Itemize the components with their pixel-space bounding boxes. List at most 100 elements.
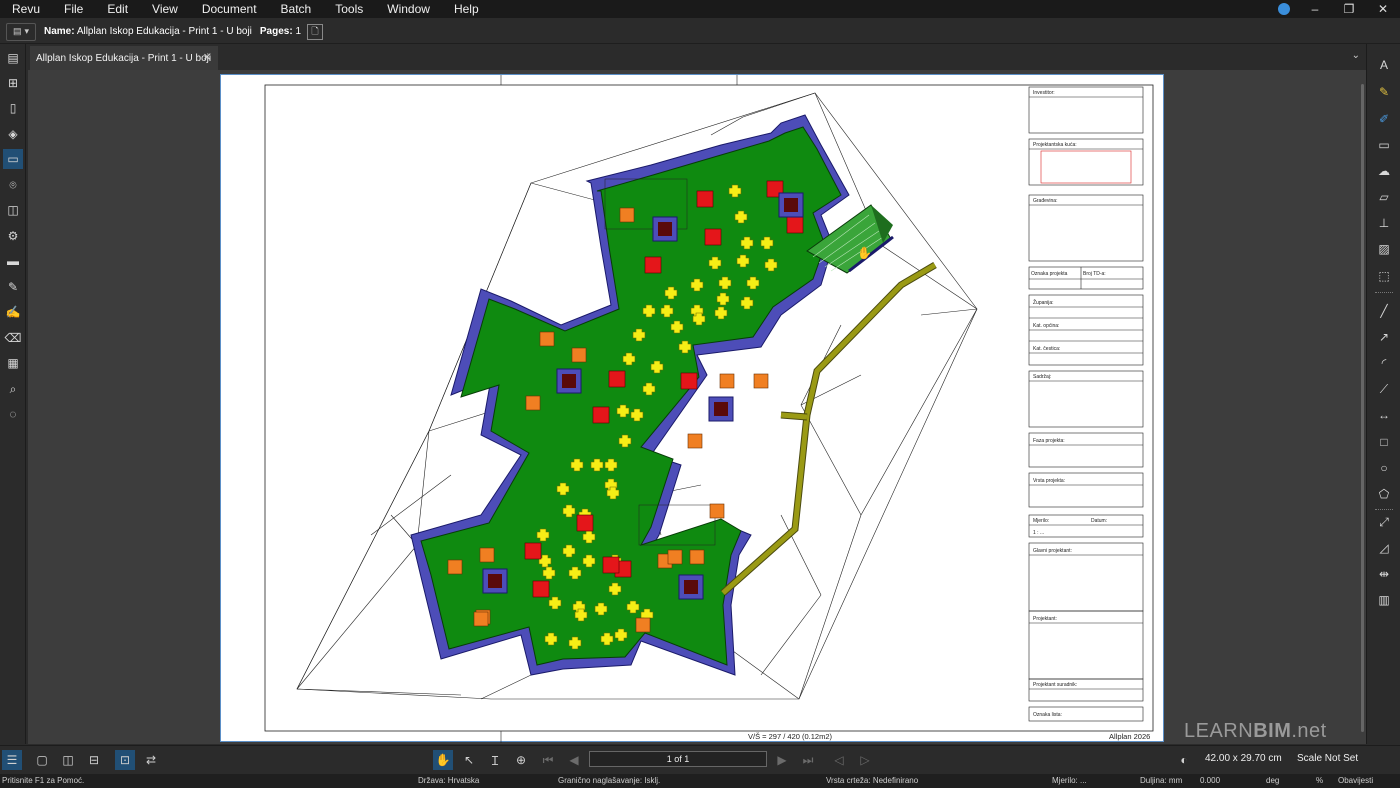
minimize-button[interactable]: – [1298,2,1332,16]
planter-tree [714,402,728,416]
page-setup-button[interactable]: 🗋 [307,23,324,40]
plant-orange [719,373,735,389]
close-tab-icon[interactable]: × [200,50,214,64]
text-icon[interactable]: A [1375,56,1393,74]
plant-orange [479,547,495,563]
next-page-icon[interactable]: ▶ [772,750,792,770]
menu-tools[interactable]: Tools [323,0,375,18]
stamp-icon[interactable]: ⊥ [1375,214,1393,232]
toolbar-separator [1375,509,1393,510]
thumbnails-icon[interactable]: ▤ [3,48,23,68]
signatures-icon[interactable]: ✍ [3,302,23,322]
pen-icon[interactable]: ✐ [1375,110,1393,128]
menu-file[interactable]: File [52,0,95,18]
last-page-icon[interactable]: ⏭ [798,750,818,770]
compare-icon[interactable]: ⇄ [141,750,161,770]
callout-icon[interactable]: ▭ [1375,136,1393,154]
document-menu-button[interactable]: ▤ ▾ [6,22,36,41]
plant-orange [635,617,651,633]
split-horizontal-icon[interactable]: ⊟ [84,750,104,770]
highlighter-icon[interactable]: ✎ [1375,83,1393,101]
terrain-edge [480,674,532,700]
tb-projektant: Projektant: [1033,616,1057,622]
dimension-icon[interactable]: ↔ [1375,406,1393,424]
bookmarks-icon[interactable]: ▯ [3,98,23,118]
scale-label[interactable]: Scale Not Set [1297,753,1358,764]
planter-tree [488,574,502,588]
page-number-field[interactable]: 1 of 1 [589,751,767,767]
scrollbar-thumb[interactable] [1361,84,1364,732]
menu-help[interactable]: Help [442,0,491,18]
zoom-icon[interactable]: ⊕ [511,750,531,770]
menu-view[interactable]: View [140,0,190,18]
pages-label: Pages: [259,26,293,37]
next-view-icon[interactable]: ▷ [855,750,875,770]
places-icon[interactable]: ⌾ [3,175,23,195]
select-tool-icon[interactable]: ↖ [459,750,479,770]
previous-page-icon[interactable]: ◀ [564,750,584,770]
split-vertical-icon[interactable]: ◫ [58,750,78,770]
pdf-page: Investitor: Projektantska kuća: Građevin… [220,74,1164,743]
reverse-colors-icon[interactable]: ◐ [1174,750,1194,770]
properties-icon[interactable]: ⚙ [3,226,23,246]
tb-kat-cestica: Kat. čestica: [1033,346,1060,352]
text-select-icon[interactable]: Ｉ [485,750,505,770]
note-icon[interactable]: ▱ [1375,188,1393,206]
pages-value: 1 [295,26,302,37]
image-icon[interactable]: ▨ [1375,240,1393,258]
status-notifications[interactable]: Obavijesti [1338,776,1373,785]
watermark-part2: BIM [1253,720,1292,742]
menu-window[interactable]: Window [375,0,442,18]
menu-edit[interactable]: Edit [95,0,140,18]
document-bar: ▤ ▾ Name: Allplan Iskop Edukacija - Prin… [0,20,1400,44]
arrow-icon[interactable]: ↗ [1375,328,1393,346]
toolchest-icon[interactable]: ▭ [3,149,23,169]
polyline-icon[interactable]: ⟋ [1375,380,1393,398]
pages-icon[interactable]: ⊞ [3,73,23,93]
layers-icon[interactable]: ◈ [3,124,23,144]
polygon-icon[interactable]: ⬠ [1375,485,1393,503]
vertical-scrollbar[interactable] [1358,70,1366,744]
sets-icon[interactable]: ▦ [3,353,23,373]
close-window-button[interactable]: ✕ [1366,2,1400,16]
erase-icon[interactable]: ⌫ [3,328,23,348]
sync-icon[interactable]: ⊡ [115,750,135,770]
terrain-edge [760,594,822,676]
ellipse-icon[interactable]: ○ [1375,459,1393,477]
panel-list-icon[interactable]: ☰ [2,750,22,770]
menu-batch[interactable]: Batch [269,0,324,18]
measure-icon[interactable]: ◿ [1375,539,1393,557]
line-icon[interactable]: ╱ [1375,302,1393,320]
measurements-icon[interactable]: ▬ [3,251,23,271]
count-icon[interactable]: ⇹ [1375,565,1393,583]
document-name: Name: Allplan Iskop Edukacija - Print 1 … [44,26,252,37]
terrain-edge [920,308,978,316]
document-tab[interactable]: Allplan Iskop Edukacija - Print 1 - U bo… [30,46,218,70]
menu-revu[interactable]: Revu [0,0,52,18]
tb-oznaka-projekta: Oznaka projekta [1031,271,1068,277]
area-icon[interactable]: ⤢ [1375,513,1393,531]
plant-orange [689,549,705,565]
snapshot-icon[interactable]: ⬚ [1375,267,1393,285]
cloud-icon[interactable]: ☁ [1375,162,1393,180]
studio-icon[interactable]: ◌ [3,404,23,424]
pan-tool-icon[interactable]: ✋ [433,750,453,770]
arc-icon[interactable]: ◜ [1375,354,1393,372]
forms-icon[interactable]: ✎ [3,277,23,297]
access-path-branch-fill [780,412,808,420]
markups-list-icon[interactable]: ◫ [3,200,23,220]
document-canvas[interactable]: Investitor: Projektantska kuća: Građevin… [28,70,1366,744]
restore-button[interactable]: ❐ [1332,2,1366,16]
watermark-part3: .net [1291,720,1327,742]
tab-list-chevron-icon[interactable]: ⌄ [1352,50,1360,61]
previous-view-icon[interactable]: ◁ [829,750,849,770]
chevron-down-icon: ▾ [24,26,30,36]
hatch-icon[interactable]: ▥ [1375,591,1393,609]
single-page-icon[interactable]: ▢ [32,750,52,770]
user-account-icon[interactable] [1278,3,1290,15]
first-page-icon[interactable]: ⏮ [538,750,558,770]
search-icon[interactable]: ⌕ [3,379,23,399]
menu-document[interactable]: Document [190,0,269,18]
rectangle-icon[interactable]: □ [1375,433,1393,451]
terrain-edge [860,308,978,516]
